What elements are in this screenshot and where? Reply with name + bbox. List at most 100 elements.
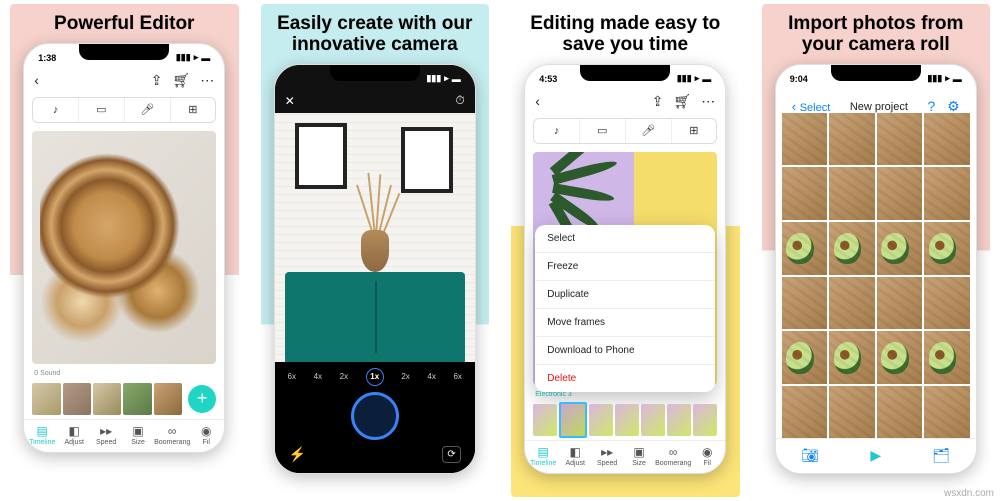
export-icon[interactable]: ⇪ bbox=[151, 72, 163, 89]
play-icon[interactable]: ▶ bbox=[870, 447, 881, 464]
photo-cell[interactable] bbox=[782, 167, 828, 220]
panel-powerful-editor: Powerful Editor 1:38 ▮▮▮ ▸ ▬ ‹ ⇪ 🛒︎ ⋯ ♪ … bbox=[10, 4, 239, 497]
camera-icon[interactable]: 📷︎ bbox=[801, 447, 819, 464]
projects-icon[interactable]: 🗂︎ bbox=[932, 447, 950, 464]
dresser-decor bbox=[285, 272, 465, 362]
mic-icon[interactable]: 🎤︎ bbox=[125, 98, 171, 122]
photo-cell[interactable] bbox=[829, 386, 875, 439]
photo-cell[interactable] bbox=[829, 113, 875, 166]
switch-camera-icon[interactable]: ⟳ bbox=[442, 446, 460, 463]
context-menu: Select Freeze Duplicate Move frames Down… bbox=[535, 225, 715, 392]
close-icon[interactable]: ✕ bbox=[285, 94, 295, 108]
panel-editing-easy: Editing made easy to save you time 4:53 … bbox=[511, 4, 740, 497]
back-icon[interactable]: ‹ bbox=[535, 93, 540, 109]
project-title: New project bbox=[850, 101, 908, 113]
tab-timeline[interactable]: ▤Timeline bbox=[527, 445, 559, 467]
nav-bar: ‹ ⇪ 🛒︎ ⋯ bbox=[525, 89, 725, 114]
photo-cell[interactable] bbox=[877, 331, 923, 384]
tab-filter[interactable]: ◉Fil bbox=[691, 445, 723, 467]
photo-cell[interactable] bbox=[924, 277, 970, 330]
photo-cell[interactable] bbox=[877, 277, 923, 330]
menu-download[interactable]: Download to Phone bbox=[535, 337, 715, 365]
tab-boomerang[interactable]: ∞Boomerang bbox=[655, 445, 691, 467]
sound-caption: 0 Sound bbox=[24, 368, 224, 379]
speed-selector[interactable]: 6x 4x 2x 1x 2x 4x 6x bbox=[279, 368, 471, 386]
photo-cell[interactable] bbox=[877, 386, 923, 439]
back-icon[interactable]: ‹ bbox=[34, 72, 39, 88]
menu-select[interactable]: Select bbox=[535, 225, 715, 253]
camera-controls: 6x 4x 2x 1x 2x 4x 6x ⚡ ⟳ bbox=[275, 362, 475, 473]
tab-adjust[interactable]: ◧Adjust bbox=[58, 424, 90, 446]
bottom-tabs: ▤Timeline ◧Adjust ▸▸Speed ▣Size ∞Boomera… bbox=[24, 419, 224, 452]
bottom-action-bar: 📷︎ ▶ 🗂︎ bbox=[776, 438, 976, 473]
timeline-thumbnails[interactable]: + bbox=[32, 383, 216, 415]
notch bbox=[79, 44, 169, 60]
grid-icon[interactable]: ⊞ bbox=[672, 119, 717, 143]
bottom-tabs: ▤Timeline ◧Adjust ▸▸Speed ▣Size ∞Boomera… bbox=[525, 440, 725, 473]
notch bbox=[330, 65, 420, 81]
camera-top-bar: ✕ ⏱ bbox=[275, 89, 475, 113]
vase-decor bbox=[361, 230, 389, 272]
tab-filter[interactable]: ◉Fil bbox=[190, 424, 222, 446]
status-time: 1:38 bbox=[38, 53, 56, 63]
flash-icon[interactable]: ⚡ bbox=[289, 446, 306, 463]
add-frame-button[interactable]: + bbox=[188, 385, 216, 413]
phone-mockup: 9:04 ▮▮▮▸▬ ‹ Select New project ? ⚙ bbox=[775, 64, 977, 474]
photo-cell[interactable] bbox=[829, 167, 875, 220]
panel-camera: Easily create with our innovative camera… bbox=[261, 4, 490, 497]
photo-cell[interactable] bbox=[829, 277, 875, 330]
camera-roll-grid[interactable] bbox=[782, 113, 970, 439]
more-icon[interactable]: ⋯ bbox=[701, 93, 715, 110]
photo-cell[interactable] bbox=[829, 331, 875, 384]
cart-icon[interactable]: 🛒︎ bbox=[673, 93, 691, 110]
cart-icon[interactable]: 🛒︎ bbox=[172, 72, 190, 89]
mic-icon[interactable]: 🎤︎ bbox=[626, 119, 672, 143]
photo-cell[interactable] bbox=[782, 331, 828, 384]
timeline-thumbnails[interactable] bbox=[533, 404, 717, 436]
photo-cell[interactable] bbox=[782, 386, 828, 439]
crop-icon[interactable]: ▭ bbox=[79, 98, 125, 122]
menu-move-frames[interactable]: Move frames bbox=[535, 309, 715, 337]
preview-canvas[interactable] bbox=[32, 131, 216, 364]
photo-cell[interactable] bbox=[782, 113, 828, 166]
tab-speed[interactable]: ▸▸Speed bbox=[90, 424, 122, 446]
headline: Editing made easy to save you time bbox=[511, 4, 740, 64]
music-icon[interactable]: ♪ bbox=[33, 98, 79, 122]
tab-speed[interactable]: ▸▸Speed bbox=[591, 445, 623, 467]
photo-cell[interactable] bbox=[877, 113, 923, 166]
grid-icon[interactable]: ⊞ bbox=[171, 98, 216, 122]
edit-toolbar: ♪ ▭ 🎤︎ ⊞ bbox=[533, 118, 717, 144]
photo-cell[interactable] bbox=[924, 331, 970, 384]
tab-size[interactable]: ▣Size bbox=[623, 445, 655, 467]
signal-icon: ▮▮▮ bbox=[176, 52, 191, 63]
music-icon[interactable]: ♪ bbox=[534, 119, 580, 143]
photo-cell[interactable] bbox=[877, 222, 923, 275]
tab-timeline[interactable]: ▤Timeline bbox=[26, 424, 58, 446]
photo-cell[interactable] bbox=[924, 113, 970, 166]
menu-duplicate[interactable]: Duplicate bbox=[535, 281, 715, 309]
nav-bar: ‹ ⇪ 🛒︎ ⋯ bbox=[24, 68, 224, 93]
export-icon[interactable]: ⇪ bbox=[652, 93, 664, 110]
shutter-button[interactable] bbox=[351, 392, 399, 440]
photo-cell[interactable] bbox=[782, 222, 828, 275]
camera-viewfinder[interactable] bbox=[275, 113, 475, 362]
tab-size[interactable]: ▣Size bbox=[122, 424, 154, 446]
crop-icon[interactable]: ▭ bbox=[580, 119, 626, 143]
menu-freeze[interactable]: Freeze bbox=[535, 253, 715, 281]
tab-adjust[interactable]: ◧Adjust bbox=[559, 445, 591, 467]
timer-icon[interactable]: ⏱ bbox=[455, 93, 464, 108]
photo-cell[interactable] bbox=[924, 222, 970, 275]
more-icon[interactable]: ⋯ bbox=[200, 72, 214, 89]
photo-cell[interactable] bbox=[877, 167, 923, 220]
photo-cell[interactable] bbox=[829, 222, 875, 275]
headline: Powerful Editor bbox=[46, 4, 202, 43]
notch bbox=[580, 65, 670, 81]
tab-boomerang[interactable]: ∞Boomerang bbox=[154, 424, 190, 446]
photo-cell[interactable] bbox=[924, 386, 970, 439]
photo-cell[interactable] bbox=[782, 277, 828, 330]
edit-toolbar: ♪ ▭ 🎤︎ ⊞ bbox=[32, 97, 216, 123]
menu-delete[interactable]: Delete bbox=[535, 365, 715, 392]
headline: Easily create with our innovative camera bbox=[261, 4, 490, 64]
photo-cell[interactable] bbox=[924, 167, 970, 220]
watermark: wsxdn.com bbox=[944, 488, 994, 499]
